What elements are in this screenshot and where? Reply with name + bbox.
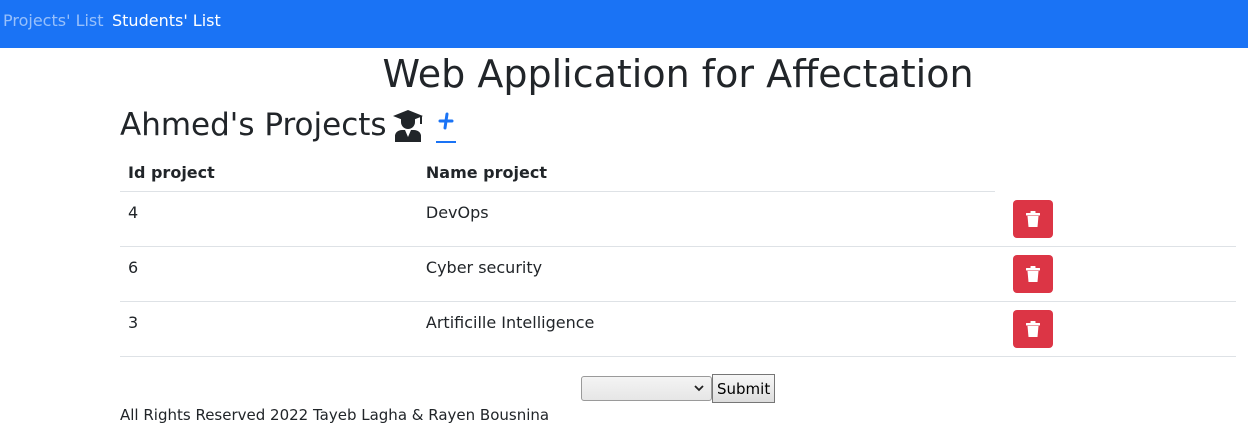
project-name: DevOps (425, 203, 489, 222)
project-id: 4 (128, 203, 139, 222)
cell-actions (994, 301, 1236, 357)
project-name: Artificille Intelligence (425, 313, 595, 332)
header-actions (995, 152, 1236, 192)
cell-name: Cyber security (417, 246, 995, 302)
trash-icon (1025, 210, 1040, 227)
delete-button[interactable] (1012, 310, 1053, 348)
nav-link-projects-list[interactable]: Projects' List (3, 11, 104, 31)
section-title: Ahmed's Projects (120, 104, 425, 146)
assign-project-form: Submit (581, 374, 776, 403)
table-row: 6 Cyber security (120, 246, 1236, 302)
cell-id: 3 (120, 301, 418, 357)
header-id-project: Id project (120, 152, 418, 192)
project-id: 3 (128, 313, 139, 332)
section-title-text: Ahmed's Projects (120, 107, 387, 143)
table-row: 3 Artificille Intelligence (120, 301, 1236, 357)
project-select[interactable] (581, 376, 712, 401)
trash-icon (1025, 266, 1040, 282)
plus-icon (438, 112, 454, 130)
cell-actions (994, 191, 1236, 247)
cell-id: 4 (120, 191, 418, 247)
delete-button[interactable] (1012, 255, 1053, 293)
top-navbar: Projects' List Students' List (0, 0, 1248, 48)
project-name: Cyber security (425, 258, 543, 277)
header-name-project: Name project (417, 152, 995, 192)
footer-text: All Rights Reserved 2022 Tayeb Lagha & R… (120, 406, 550, 424)
nav-link-students-list[interactable]: Students' List (112, 11, 221, 31)
trash-icon (1025, 321, 1040, 337)
delete-button[interactable] (1012, 199, 1053, 238)
add-project-link[interactable] (436, 111, 456, 143)
user-graduate-icon (392, 110, 423, 142)
table-header-row: Id project Name project (120, 152, 1236, 192)
cell-name: Artificille Intelligence (417, 301, 995, 357)
projects-table: Id project Name project 4 DevOps 6 Cyber… (120, 152, 1236, 357)
cell-id: 6 (120, 246, 418, 302)
page-title: Web Application for Affectation (382, 52, 974, 96)
submit-button[interactable]: Submit (712, 374, 776, 403)
project-id: 6 (128, 258, 139, 277)
cell-name: DevOps (417, 191, 995, 247)
cell-actions (994, 246, 1236, 302)
table-row: 4 DevOps (120, 191, 1236, 247)
chevron-down-icon (694, 385, 704, 392)
